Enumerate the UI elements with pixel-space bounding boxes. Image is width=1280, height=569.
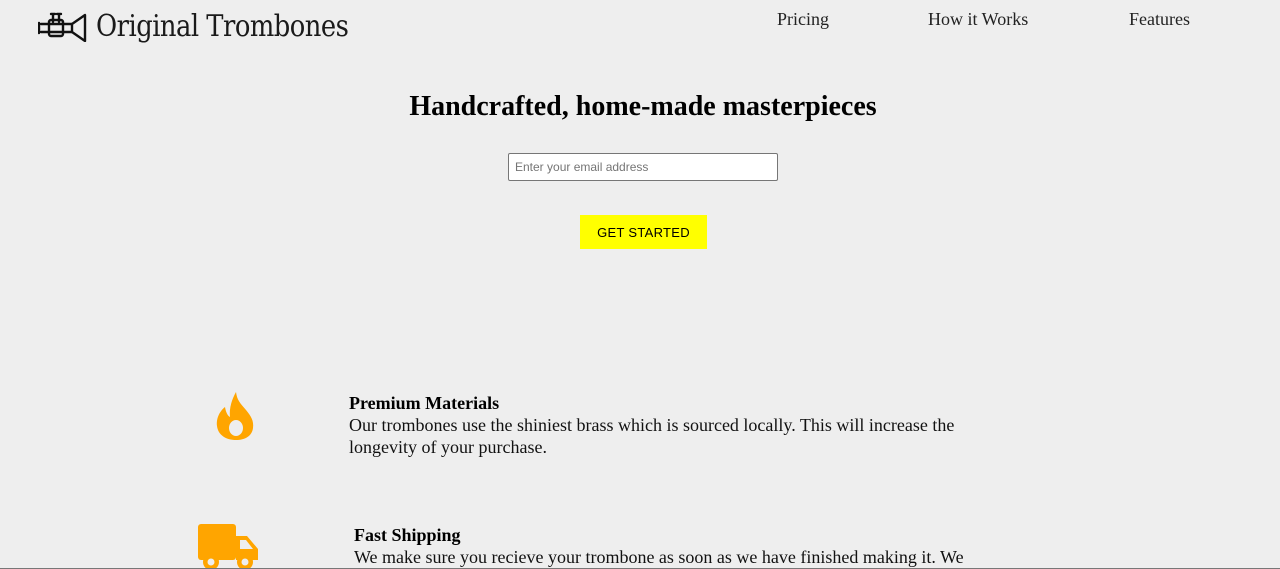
feature-fast-shipping: Fast Shipping We make sure you recieve y…	[354, 524, 1014, 568]
site-header: Original Trombones Pricing How it Works …	[0, 0, 1280, 52]
email-input[interactable]	[508, 153, 778, 181]
brand-name: Original Trombones	[96, 9, 349, 44]
nav-link-how-it-works[interactable]: How it Works	[928, 9, 1028, 30]
feature-title: Fast Shipping	[354, 525, 461, 545]
landing-page: Original Trombones Pricing How it Works …	[0, 0, 1280, 569]
hero-title: Handcrafted, home-made masterpieces	[409, 91, 877, 122]
feature-premium-materials: Premium Materials Our trombones use the …	[349, 392, 1009, 458]
brand-logo[interactable]: Original Trombones	[38, 8, 389, 44]
get-started-button[interactable]: GET STARTED	[580, 215, 707, 249]
nav-link-features[interactable]: Features	[1129, 9, 1190, 30]
feature-title: Premium Materials	[349, 393, 500, 413]
nav-link-pricing[interactable]: Pricing	[777, 9, 829, 30]
fire-icon	[216, 392, 254, 440]
feature-description: We make sure you recieve your trombone a…	[354, 547, 964, 567]
trombone-icon	[38, 12, 87, 42]
truck-icon	[198, 524, 258, 569]
feature-description: Our trombones use the shiniest brass whi…	[349, 415, 955, 457]
